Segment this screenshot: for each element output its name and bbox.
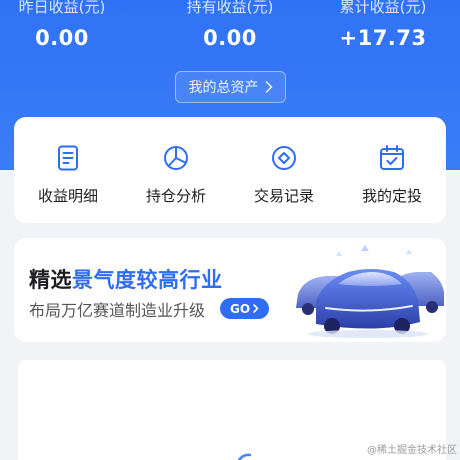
banner-subtitle: 布局万亿赛道制造业升级 (29, 301, 206, 320)
electric-car-illustration (296, 245, 444, 338)
yesterday-earnings[interactable]: 昨日收益(元) 0.00 (0, 0, 137, 50)
diamond-circle-icon (272, 146, 296, 170)
total-assets-button[interactable]: 我的总资产 (175, 71, 286, 103)
arrow-up-icon (406, 249, 412, 254)
chevron-right-icon (253, 304, 259, 313)
menu-item-label: 我的定投 (361, 187, 422, 205)
banner-title-highlight: 景气度较高行业 (72, 268, 223, 292)
stat-value: 0.00 (203, 26, 257, 50)
cumulative-earnings[interactable]: 累计收益(元) +17.73 (308, 0, 458, 50)
go-label: GO (229, 301, 251, 316)
chevron-right-icon (265, 81, 272, 93)
earnings-summary: 昨日收益(元) 0.00 持有收益(元) 0.00 累计收益(元) +17.73 (0, 0, 460, 60)
document-icon (58, 145, 78, 171)
menu-item-trade-records[interactable]: 交易记录 (230, 117, 338, 223)
menu-item-label: 持仓分析 (145, 187, 206, 205)
banner-title-plain: 精选 (29, 268, 72, 292)
stat-label: 持有收益(元) (186, 0, 274, 16)
pie-chart-icon (164, 146, 188, 170)
arrow-up-icon (336, 251, 342, 256)
stat-label: 昨日收益(元) (18, 0, 106, 16)
loading-spinner-icon (237, 453, 252, 460)
total-assets-label: 我的总资产 (188, 80, 259, 96)
banner-title: 精选景气度较高行业 (29, 264, 223, 294)
menu-item-label: 收益明细 (37, 187, 98, 205)
quick-menu-card: 收益明细 持仓分析 交易记录 我的定投 (14, 117, 446, 223)
stat-value: +17.73 (339, 26, 427, 50)
holding-earnings[interactable]: 持有收益(元) 0.00 (155, 0, 305, 50)
menu-item-holding-analysis[interactable]: 持仓分析 (122, 117, 230, 223)
menu-item-earnings-detail[interactable]: 收益明细 (14, 117, 122, 223)
go-button[interactable]: GO (220, 298, 269, 319)
watermark: @稀土掘金技术社区 (367, 445, 457, 456)
calendar-check-icon (380, 145, 404, 170)
promo-banner[interactable]: 精选景气度较高行业 布局万亿赛道制造业升级 GO (14, 238, 446, 342)
stat-label: 累计收益(元) (339, 0, 427, 16)
arrow-up-icon (361, 245, 369, 251)
menu-item-my-auto-invest[interactable]: 我的定投 (338, 117, 446, 223)
stat-value: 0.00 (35, 26, 89, 50)
menu-item-label: 交易记录 (253, 187, 314, 205)
